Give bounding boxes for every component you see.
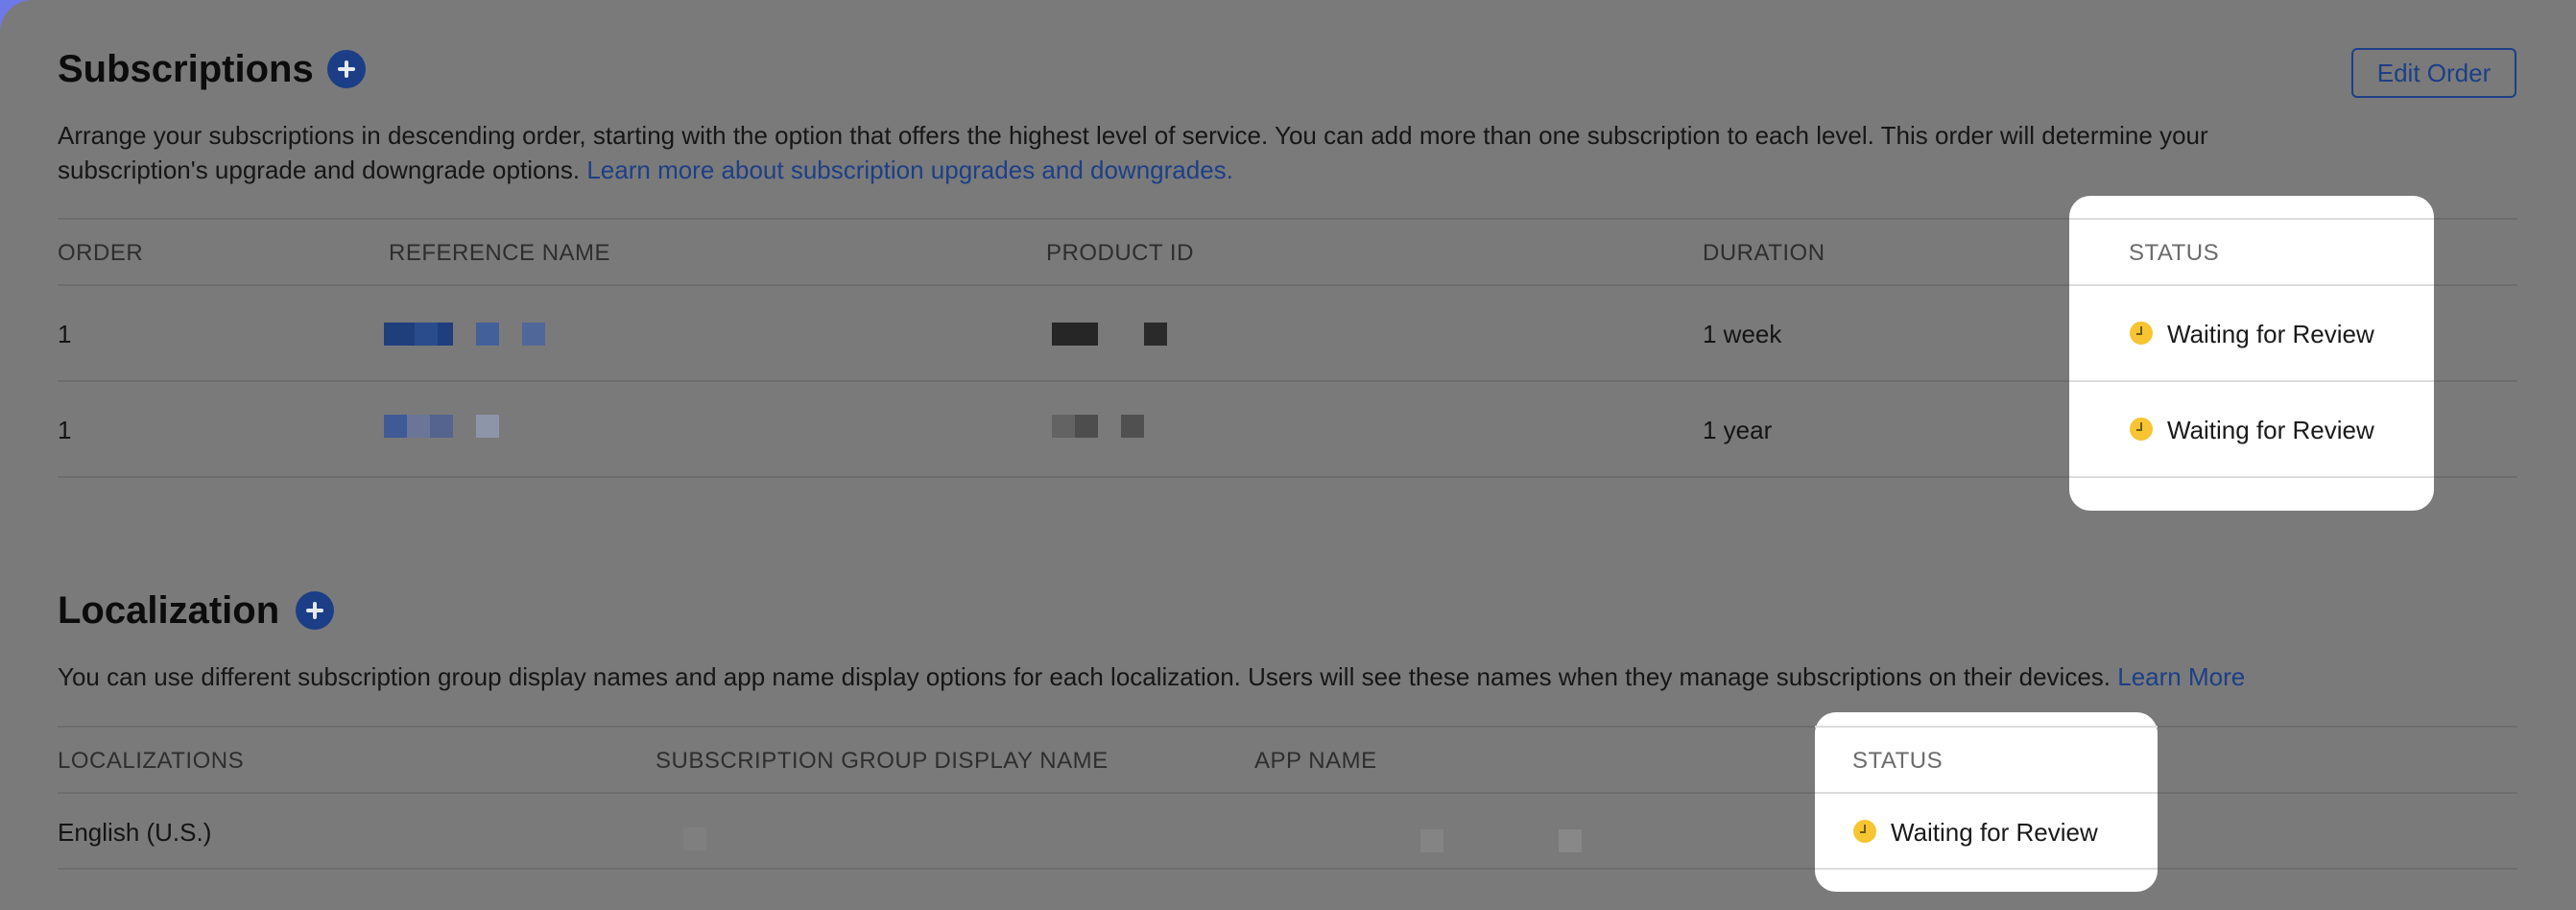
- edit-order-button[interactable]: Edit Order: [2351, 48, 2516, 98]
- status-badge: Waiting for Review: [2167, 416, 2374, 444]
- status-badge: Waiting for Review: [2167, 320, 2374, 348]
- clock-icon: [2130, 322, 2153, 345]
- row-order-cell: 1: [58, 320, 72, 348]
- status-badge: Waiting for Review: [1891, 818, 2098, 847]
- table-divider: [1815, 726, 2158, 728]
- app-window: Subscriptions Edit Order Arrange your su…: [0, 0, 2576, 910]
- subscriptions-description: Arrange your subscriptions in descending…: [58, 118, 2303, 187]
- reference-name-redacted: [384, 323, 557, 346]
- column-header-product-id[interactable]: PRODUCT ID: [1046, 240, 1194, 267]
- display-name-redacted: [683, 827, 706, 850]
- row-order-cell: 1: [58, 416, 72, 444]
- localization-cell[interactable]: English (U.S.): [58, 818, 211, 848]
- table-divider: [1815, 792, 2158, 794]
- learn-more-link[interactable]: Learn More: [2117, 662, 2245, 691]
- status-column-highlight: STATUS Waiting for Review Waiting for Re…: [2069, 196, 2434, 511]
- row-duration-cell: 1 year: [1703, 416, 1773, 444]
- app-name-redacted: [1420, 829, 1584, 852]
- status-column-highlight: STATUS Waiting for Review: [1815, 712, 2158, 892]
- learn-more-upgrades-link[interactable]: Learn more about subscription upgrades a…: [586, 156, 1233, 184]
- reference-name-redacted: [384, 415, 557, 438]
- localization-description-text: You can use different subscription group…: [58, 662, 2111, 691]
- column-header-status[interactable]: STATUS: [2129, 240, 2219, 267]
- localization-title: Localization: [58, 589, 280, 632]
- localization-description: You can use different subscription group…: [58, 659, 2515, 694]
- column-header-duration[interactable]: DURATION: [1703, 240, 1825, 267]
- column-header-localizations[interactable]: LOCALIZATIONS: [58, 748, 244, 775]
- add-localization-button[interactable]: [296, 591, 334, 630]
- clock-icon: [1853, 820, 1876, 843]
- column-header-order[interactable]: ORDER: [58, 240, 143, 267]
- column-header-status[interactable]: STATUS: [1852, 748, 1943, 775]
- add-subscription-button[interactable]: [327, 50, 366, 88]
- column-header-reference-name[interactable]: REFERENCE NAME: [389, 240, 610, 267]
- table-divider: [2069, 284, 2434, 286]
- column-header-app-name[interactable]: APP NAME: [1254, 748, 1377, 775]
- row-duration-cell: 1 week: [1703, 320, 1782, 348]
- product-id-redacted: [1052, 415, 1177, 438]
- subscriptions-title: Subscriptions: [58, 48, 314, 90]
- table-divider: [2069, 218, 2434, 220]
- table-divider: [2069, 380, 2434, 382]
- clock-icon: [2130, 418, 2153, 441]
- column-header-display-name[interactable]: SUBSCRIPTION GROUP DISPLAY NAME: [656, 748, 1109, 775]
- table-divider: [2069, 476, 2434, 478]
- product-id-redacted: [1052, 323, 1177, 346]
- table-divider: [1815, 868, 2158, 870]
